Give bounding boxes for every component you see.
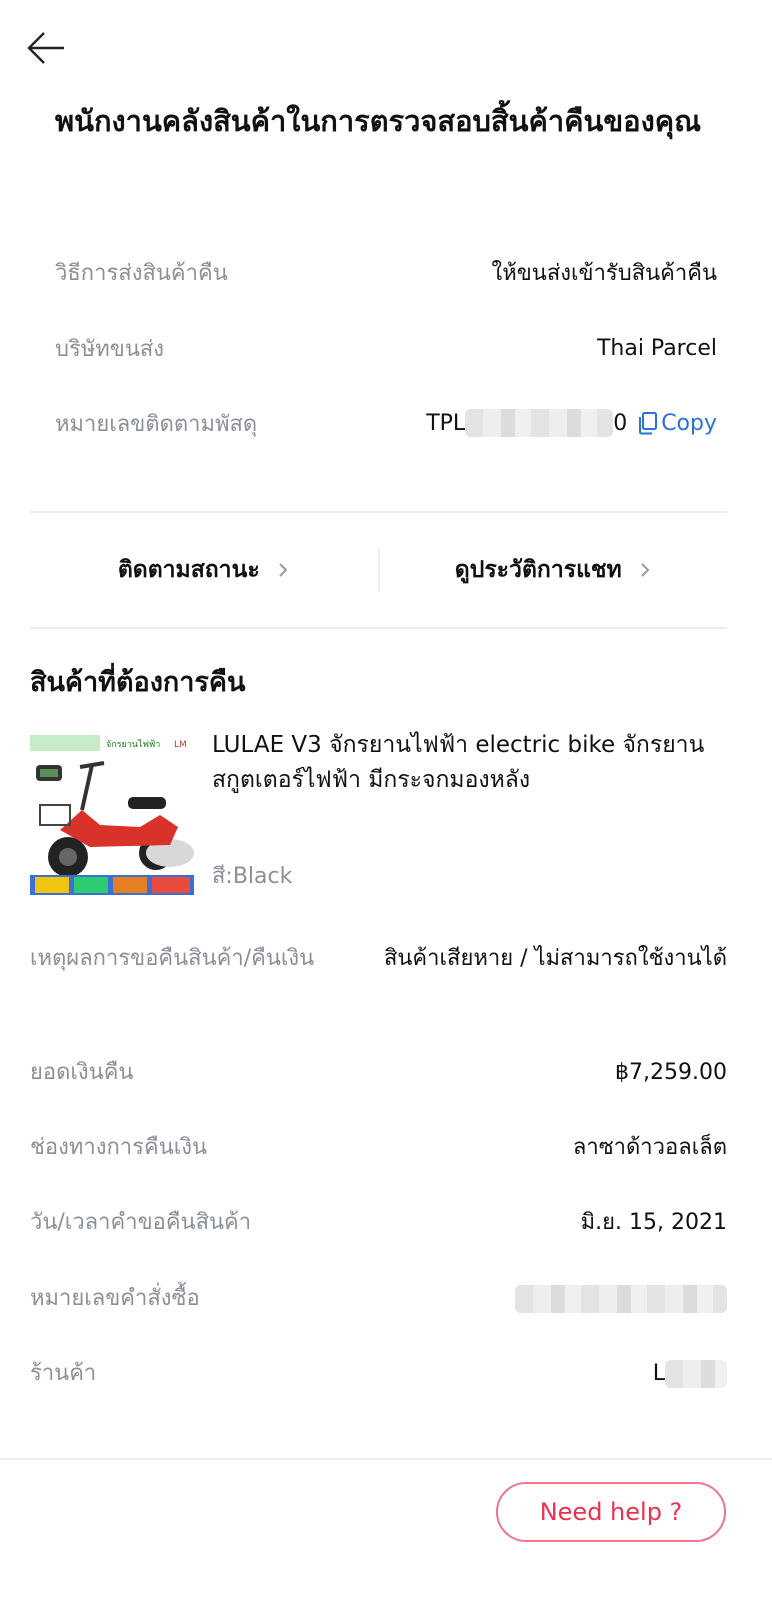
electric-bike-image: จักรยานไฟฟ้า LM (30, 735, 194, 895)
image-logo-text: LM (174, 740, 187, 750)
refund-channel-value: ลาซาด้าวอลเล็ต (572, 1135, 727, 1160)
shop-label: ร้านค้า (30, 1361, 97, 1386)
product-image[interactable]: จักรยานไฟฟ้า LM (30, 735, 194, 895)
copy-label: Copy (661, 410, 717, 436)
copy-icon (639, 412, 658, 435)
track-status-button[interactable]: ติดตามสถานะ (30, 552, 378, 588)
footer-divider (0, 1458, 772, 1460)
product-variant: สี:Black (212, 864, 293, 889)
chat-history-label: ดูประวัติการแชท (454, 557, 622, 583)
request-date-label: วัน/เวลาคำขอคืนสินค้า (30, 1210, 252, 1235)
refund-amount-row: ยอดเงินคืน ฿7,259.00 (30, 1054, 727, 1092)
carrier-row: บริษัทขนส่ง Thai Parcel (55, 328, 717, 368)
redacted-order-number (515, 1285, 727, 1313)
refund-channel-row: ช่องทางการคืนเงิน ลาซาด้าวอลเล็ต (30, 1129, 727, 1167)
order-number-label: หมายเลขคำสั่งซื้อ (30, 1286, 200, 1311)
divider (30, 511, 727, 513)
product-name[interactable]: LULAE V3 จักรยานไฟฟ้า electric bike จักร… (212, 728, 732, 798)
shop-value-visible: L (652, 1361, 665, 1386)
chevron-right-icon (278, 563, 288, 577)
shop-value[interactable]: L (653, 1355, 727, 1393)
return-method-label: วิธีการส่งสินค้าคืน (55, 260, 228, 286)
arrow-left-icon (27, 32, 64, 64)
carrier-label: บริษัทขนส่ง (55, 336, 165, 362)
image-banner-text: จักรยานไฟฟ้า (106, 739, 160, 750)
refund-channel-label: ช่องทางการคืนเงิน (30, 1135, 208, 1160)
tracking-row: หมายเลขติดตามพัสดุ TPL 0 Copy (55, 403, 717, 443)
refund-amount-label: ยอดเงินคืน (30, 1060, 134, 1085)
shop-row: ร้านค้า L (30, 1355, 727, 1393)
order-number-row: หมายเลขคำสั่งซื้อ (30, 1280, 727, 1318)
chevron-right-icon (640, 563, 650, 577)
redacted-tracking (465, 409, 614, 437)
return-items-title: สินค้าที่ต้องการคืน (30, 667, 246, 698)
tracking-value: TPL 0 Copy (426, 409, 717, 437)
tracking-prefix: TPL (426, 410, 466, 436)
return-reason-row: เหตุผลการขอคืนสินค้า/คืนเงิน สินค้าเสียห… (30, 940, 727, 978)
track-status-label: ติดตามสถานะ (117, 557, 260, 583)
return-status-title: พนักงานคลังสินค้าในการตรวจสอบสิ้นค้าคืนข… (55, 104, 702, 138)
copy-button[interactable]: Copy (637, 411, 717, 436)
need-help-button[interactable]: Need help ? (496, 1482, 726, 1542)
return-method-value: ให้ขนส่งเข้ารับสินค้าคืน (491, 260, 717, 286)
carrier-value: Thai Parcel (596, 335, 717, 361)
request-date-value: มิ.ย. 15, 2021 (580, 1210, 727, 1235)
return-reason-label: เหตุผลการขอคืนสินค้า/คืนเงิน (30, 946, 315, 971)
chat-history-button[interactable]: ดูประวัติการแชท (380, 552, 728, 588)
return-reason-value: สินค้าเสียหาย / ไม่สามารถใช้งานได้ (383, 946, 727, 971)
back-button[interactable] (26, 28, 70, 68)
return-method-row: วิธีการส่งสินค้าคืน ให้ขนส่งเข้ารับสินค้… (55, 252, 717, 292)
tracking-suffix: 0 (613, 410, 628, 436)
redacted-shop-name (665, 1360, 727, 1388)
tracking-number: TPL 0 (426, 409, 627, 437)
request-date-row: วัน/เวลาคำขอคืนสินค้า มิ.ย. 15, 2021 (30, 1204, 727, 1242)
tracking-label: หมายเลขติดตามพัสดุ (55, 411, 258, 437)
refund-amount-value: ฿7,259.00 (615, 1060, 727, 1085)
divider (30, 627, 727, 629)
action-bar: ติดตามสถานะ ดูประวัติการแชท (30, 540, 727, 600)
